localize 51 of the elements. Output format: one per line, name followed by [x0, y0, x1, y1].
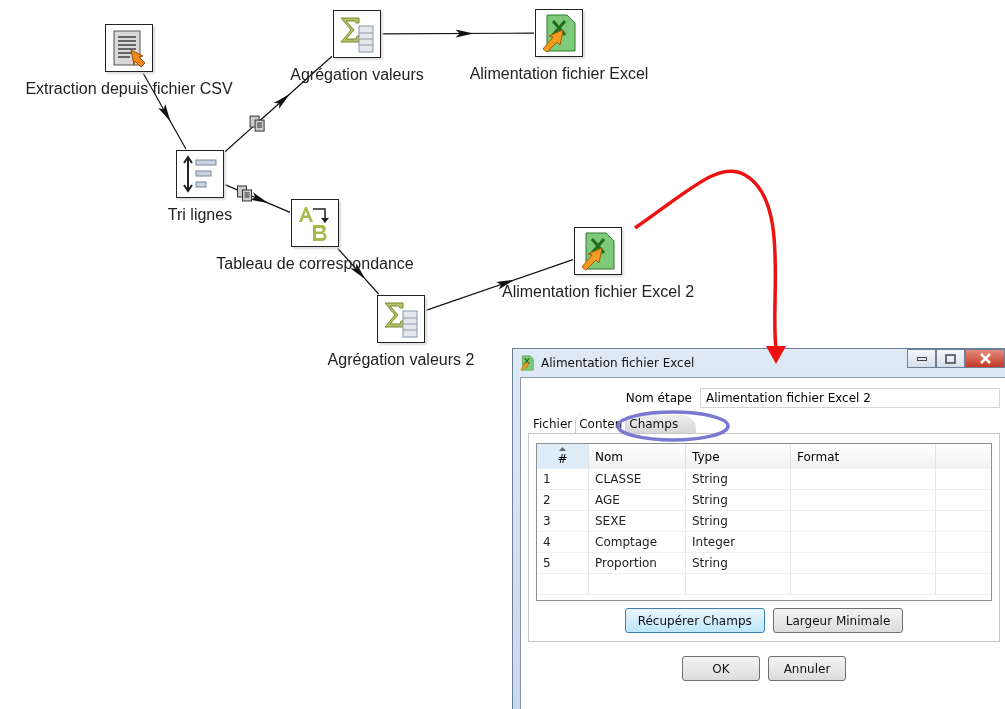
table-cell: 1	[537, 469, 589, 490]
dialog-button[interactable]: Annuler	[768, 656, 846, 681]
table-cell: Comptage	[589, 532, 686, 553]
table-cell: String	[686, 553, 791, 574]
table-cell: String	[686, 469, 791, 490]
table-cell: Integer	[686, 532, 791, 553]
column-header[interactable]: Type	[686, 444, 791, 469]
column-header[interactable]: #	[537, 444, 589, 469]
table-cell: String	[686, 511, 791, 532]
action-button[interactable]: Largeur Minimale	[772, 608, 904, 633]
table-cell: String	[686, 490, 791, 511]
action-button[interactable]: Récupérer Champs	[624, 608, 765, 633]
close-icon	[979, 353, 991, 364]
step-label: Agrégation valeurs 2	[327, 351, 475, 369]
step-label: Tri lignes	[167, 206, 233, 224]
column-header[interactable]: Format	[791, 444, 936, 469]
hop-arrow[interactable]	[381, 29, 535, 38]
window-title: Alimentation fichier Excel	[541, 356, 695, 370]
maximize-button[interactable]	[936, 349, 965, 368]
table-cell: 2	[537, 490, 589, 511]
field-label: Nom étape	[625, 391, 692, 405]
sigma-icon[interactable]	[333, 10, 381, 58]
step-label: Alimentation fichier Excel	[469, 65, 649, 83]
minimize-icon	[916, 356, 927, 361]
table-cell: 3	[537, 511, 589, 532]
close-button[interactable]	[965, 349, 1005, 368]
copy-icon	[249, 115, 265, 132]
tab[interactable]: Champs	[625, 415, 697, 433]
table-cell	[537, 574, 589, 595]
spreadsheet-icon[interactable]	[535, 9, 583, 57]
sigma-icon[interactable]	[377, 295, 425, 343]
spreadsheet-icon[interactable]	[574, 227, 622, 275]
document-icon[interactable]	[105, 24, 153, 72]
table-cell: Proportion	[589, 553, 686, 574]
sort-arrow-icon	[559, 447, 566, 451]
table-cell: SEXE	[589, 511, 686, 532]
table-cell: 5	[537, 553, 589, 574]
table-cell: CLASSE	[589, 469, 686, 490]
table-cell: AGE	[589, 490, 686, 511]
step-label: Extraction depuis fichier CSV	[25, 80, 233, 98]
maximize-icon	[945, 353, 956, 364]
minimize-button[interactable]	[907, 349, 936, 368]
dialog-button[interactable]: OK	[682, 656, 760, 681]
sort-icon[interactable]	[176, 150, 224, 198]
table-cell: 4	[537, 532, 589, 553]
step-name-field[interactable]: Alimentation fichier Excel 2	[700, 388, 1000, 408]
spreadsheet-icon	[519, 355, 535, 371]
text-replace-icon[interactable]	[291, 199, 339, 247]
column-header[interactable]: Nom	[589, 444, 686, 469]
copy-icon	[237, 185, 252, 202]
step-label: Alimentation fichier Excel 2	[501, 283, 695, 301]
